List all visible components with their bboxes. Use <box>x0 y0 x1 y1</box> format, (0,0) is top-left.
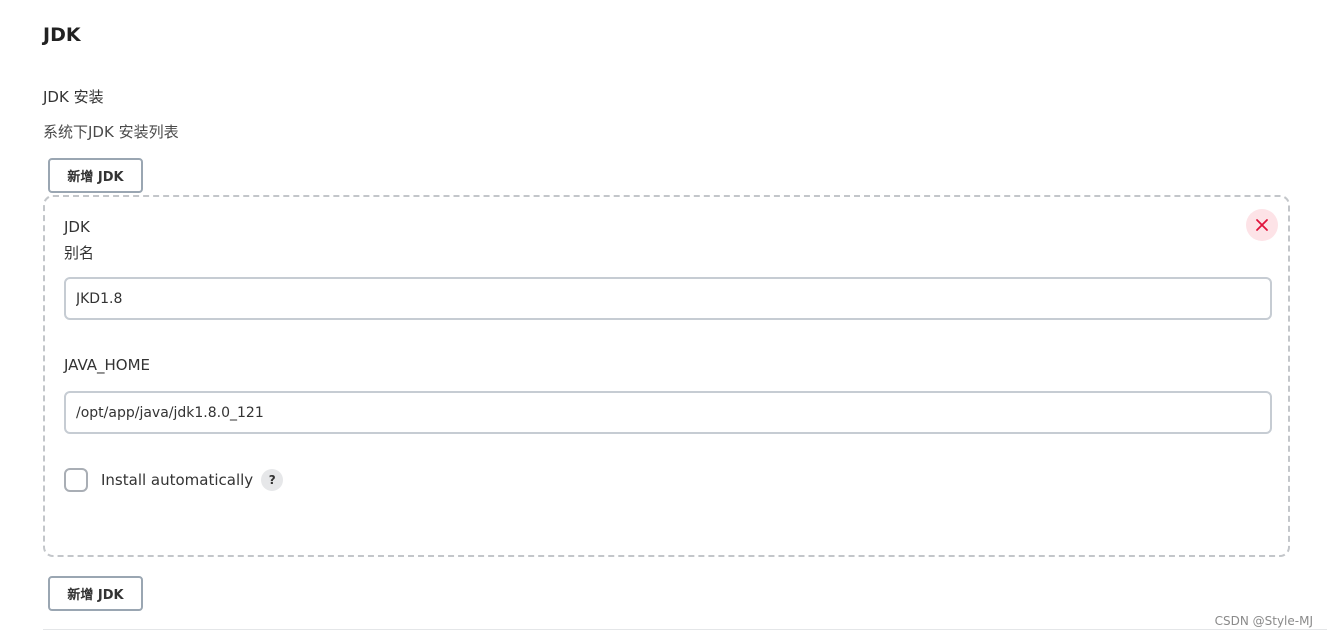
section-title: JDK <box>43 24 81 46</box>
jdk-installation-item: JDK 别名 JAVA_HOME Install automatically ? <box>43 195 1290 557</box>
install-automatically-checkbox[interactable] <box>64 468 88 492</box>
delete-jdk-button[interactable] <box>1246 209 1278 241</box>
setting-description: 系统下JDK 安装列表 <box>43 123 179 141</box>
add-jdk-button-top[interactable]: 新增 JDK <box>48 158 143 193</box>
close-icon <box>1256 219 1268 231</box>
alias-label: 别名 <box>64 244 95 262</box>
java-home-label: JAVA_HOME <box>64 356 151 374</box>
alias-input[interactable] <box>64 277 1272 320</box>
java-home-input[interactable] <box>64 391 1272 434</box>
add-jdk-button-bottom[interactable]: 新增 JDK <box>48 576 143 611</box>
install-automatically-row: Install automatically ? <box>64 467 284 493</box>
setting-name: JDK 安装 <box>43 88 104 106</box>
install-automatically-label[interactable]: Install automatically <box>101 471 253 489</box>
item-type-label: JDK <box>64 218 90 236</box>
section-divider <box>43 629 1327 630</box>
help-icon[interactable]: ? <box>261 469 284 491</box>
watermark: CSDN @Style-MJ <box>1214 614 1313 628</box>
